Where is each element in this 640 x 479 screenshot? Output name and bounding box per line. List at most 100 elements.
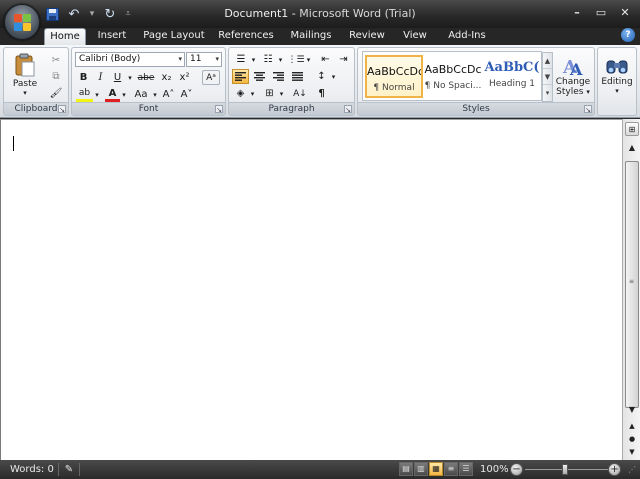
previous-page-icon[interactable]: ▲ <box>625 419 639 433</box>
shrink-font-button[interactable]: A˅ <box>178 87 195 102</box>
zoom-level[interactable]: 100% <box>480 463 509 476</box>
tab-insert[interactable]: Insert <box>92 28 132 45</box>
maximize-button[interactable]: ▭ <box>590 4 612 20</box>
next-page-icon[interactable]: ▼ <box>625 445 639 459</box>
window-controls: – ▭ ✕ <box>566 4 636 20</box>
change-styles-button[interactable]: AA Change Styles ▾ <box>555 51 591 101</box>
browse-object-icon[interactable]: ● <box>625 432 639 446</box>
scroll-thumb[interactable]: ≡ <box>625 161 639 408</box>
style-normal[interactable]: AaBbCcDc ¶ Normal <box>365 55 423 98</box>
scroll-down-icon[interactable]: ▼ <box>625 403 639 417</box>
gallery-down-icon[interactable]: ▼ <box>543 69 552 85</box>
paragraph-group: ☰ ▾ ☷ ▾ ⋮☰ ▾ ⇤ ⇥ ↕ ▾ ◈ ▾ ⊞ ▾ A↓ ¶ Paragr… <box>228 47 355 116</box>
underline-dropdown-icon[interactable]: ▾ <box>126 70 134 85</box>
underline-button[interactable]: U <box>110 70 125 85</box>
tab-references[interactable]: References <box>216 28 276 45</box>
align-left-button[interactable] <box>232 69 249 84</box>
paragraph-launcher-icon[interactable]: ↘ <box>344 105 352 114</box>
paste-icon <box>15 53 35 77</box>
window-title: Document1 - Microsoft Word (Trial) <box>0 7 640 20</box>
align-center-button[interactable] <box>251 69 268 84</box>
change-styles-label-2: Styles ▾ <box>556 87 590 97</box>
decrease-indent-button[interactable]: ⇤ <box>317 52 334 67</box>
increase-indent-button[interactable]: ⇥ <box>335 52 352 67</box>
office-button[interactable] <box>4 4 40 40</box>
shading-button[interactable]: ◈ <box>232 86 249 101</box>
web-layout-icon[interactable]: ▦ <box>429 462 443 476</box>
scroll-up-icon[interactable]: ▲ <box>625 141 639 155</box>
numbering-dropdown-icon[interactable]: ▾ <box>277 52 284 67</box>
justify-button[interactable] <box>289 69 306 84</box>
tab-add-ins[interactable]: Add-Ins <box>443 28 491 45</box>
line-spacing-button[interactable]: ↕ <box>313 69 330 84</box>
copy-icon[interactable]: ⧉ <box>48 68 64 84</box>
editing-label: Editing <box>601 77 633 87</box>
font-color-button[interactable]: A <box>105 87 120 102</box>
highlight-button[interactable]: ab <box>76 87 93 102</box>
print-layout-icon[interactable]: ▤ <box>399 462 413 476</box>
style-no-spacing[interactable]: AaBbCcDc ¶ No Spaci... <box>424 55 482 98</box>
tab-review[interactable]: Review <box>345 28 389 45</box>
format-painter-icon[interactable]: 🖌 <box>48 85 64 101</box>
superscript-button[interactable]: x² <box>176 70 193 85</box>
tab-page-layout[interactable]: Page Layout <box>142 28 206 45</box>
gallery-more-icon[interactable]: ▾ <box>543 85 552 101</box>
clear-formatting-button[interactable]: Aᵃ <box>202 70 220 85</box>
line-spacing-dropdown-icon[interactable]: ▾ <box>330 69 337 84</box>
minimize-button[interactable]: – <box>566 4 588 20</box>
bold-button[interactable]: B <box>76 70 91 85</box>
italic-button[interactable]: I <box>93 70 108 85</box>
font-name-arrow-icon: ▾ <box>178 55 182 63</box>
borders-button[interactable]: ⊞ <box>261 86 278 101</box>
bullets-button[interactable]: ☰ <box>232 52 250 67</box>
paste-button[interactable]: Paste ▾ <box>8 51 42 99</box>
ruler-toggle-icon[interactable]: ⊞ <box>625 122 639 136</box>
font-name-dropdown[interactable]: Calibri (Body) ▾ <box>75 52 185 67</box>
styles-group-label: Styles <box>358 102 594 115</box>
tab-home[interactable]: Home <box>44 28 86 45</box>
change-case-button[interactable]: Aa <box>131 87 151 102</box>
close-button[interactable]: ✕ <box>614 4 636 20</box>
resize-grip-icon[interactable]: ⋰ <box>628 463 636 476</box>
borders-dropdown-icon[interactable]: ▾ <box>278 86 285 101</box>
font-launcher-icon[interactable]: ↘ <box>215 105 223 114</box>
multilevel-list-button[interactable]: ⋮☰ <box>287 52 305 67</box>
zoom-out-icon[interactable]: − <box>510 463 523 476</box>
document-canvas[interactable] <box>0 119 622 460</box>
cut-icon[interactable]: ✂ <box>48 52 64 68</box>
draft-icon[interactable]: ☰ <box>459 462 473 476</box>
outline-icon[interactable]: ≡ <box>444 462 458 476</box>
styles-launcher-icon[interactable]: ↘ <box>584 105 592 114</box>
multilevel-dropdown-icon[interactable]: ▾ <box>305 52 312 67</box>
help-icon[interactable]: ? <box>621 28 635 42</box>
vertical-scrollbar[interactable]: ⊞ ▲ ≡ ▼ ▲ ● ▼ <box>622 119 640 460</box>
zoom-slider-thumb[interactable] <box>562 464 568 475</box>
highlight-dropdown-icon[interactable]: ▾ <box>93 87 101 102</box>
tab-mailings[interactable]: Mailings <box>285 28 337 45</box>
strikethrough-button[interactable]: abe <box>136 70 156 85</box>
status-bar: Words: 0 ✎ ▤ ▥ ▦ ≡ ☰ 100% − + ⋰ <box>0 460 640 479</box>
font-color-dropdown-icon[interactable]: ▾ <box>120 87 128 102</box>
proofing-icon[interactable]: ✎ <box>58 463 80 476</box>
change-case-dropdown-icon[interactable]: ▾ <box>151 87 159 102</box>
gallery-up-icon[interactable]: ▲ <box>543 53 552 69</box>
show-hide-marks-button[interactable]: ¶ <box>313 86 330 101</box>
numbering-button[interactable]: ☷ <box>259 52 277 67</box>
full-screen-reading-icon[interactable]: ▥ <box>414 462 428 476</box>
shading-dropdown-icon[interactable]: ▾ <box>249 86 256 101</box>
zoom-in-icon[interactable]: + <box>608 463 621 476</box>
title-separator: - <box>288 7 300 20</box>
sort-button[interactable]: A↓ <box>291 86 309 101</box>
font-size-dropdown[interactable]: 11 ▾ <box>186 52 222 67</box>
grow-font-button[interactable]: A˄ <box>160 87 177 102</box>
style-name: Heading 1 <box>488 79 536 89</box>
subscript-button[interactable]: x₂ <box>158 70 175 85</box>
style-name: ¶ No Spaci... <box>424 81 482 91</box>
style-heading-1[interactable]: AaBbC( Heading 1 <box>483 55 541 98</box>
bullets-dropdown-icon[interactable]: ▾ <box>250 52 257 67</box>
tab-view[interactable]: View <box>398 28 432 45</box>
align-right-button[interactable] <box>270 69 287 84</box>
word-count[interactable]: Words: 0 <box>10 463 54 476</box>
clipboard-launcher-icon[interactable]: ↘ <box>58 105 66 114</box>
editing-button[interactable]: Editing ▾ <box>600 51 634 101</box>
